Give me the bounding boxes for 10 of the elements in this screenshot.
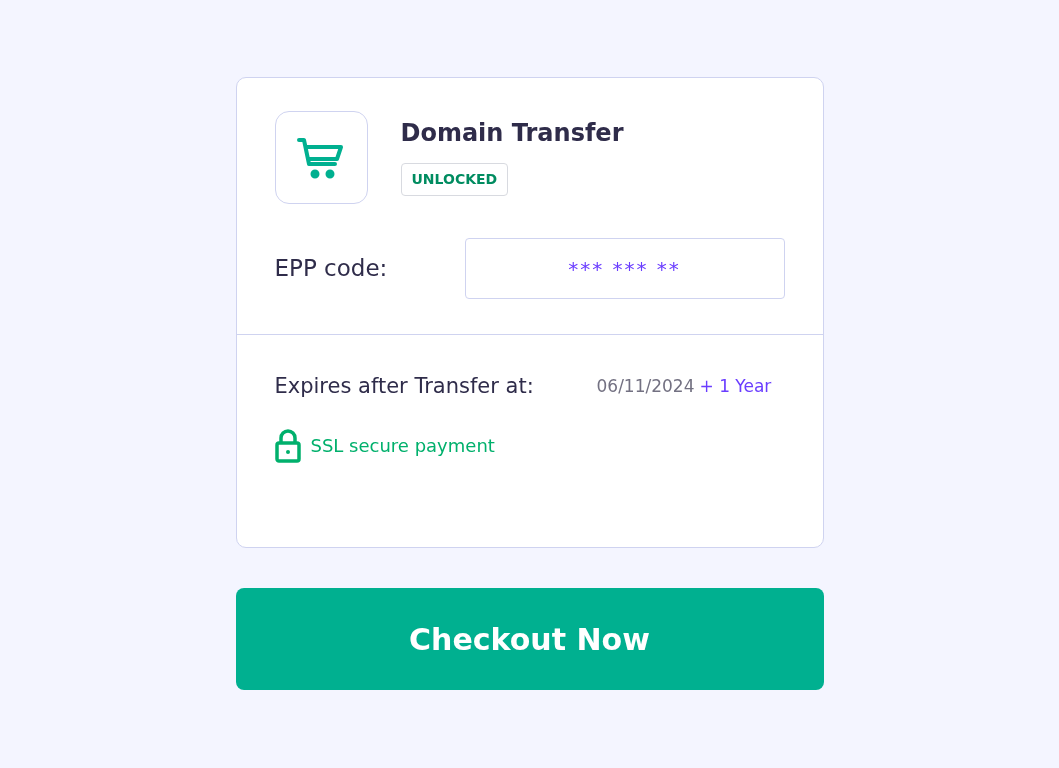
- status-label: UNLOCKED: [400, 163, 509, 196]
- product-title: Domain Transfer: [400, 118, 624, 149]
- expiry-label: Expires after Transfer at:: [274, 373, 535, 400]
- cart-icon: [297, 135, 345, 180]
- expiry-extension: + 1 Year: [699, 375, 772, 398]
- epp-code-label: EPP code:: [274, 254, 389, 284]
- epp-code-field[interactable]: *** *** **: [464, 238, 785, 299]
- ssl-note: SSL secure payment: [310, 434, 495, 458]
- lock-icon: [274, 428, 301, 463]
- expiry-date: 06/11/2024: [596, 375, 695, 398]
